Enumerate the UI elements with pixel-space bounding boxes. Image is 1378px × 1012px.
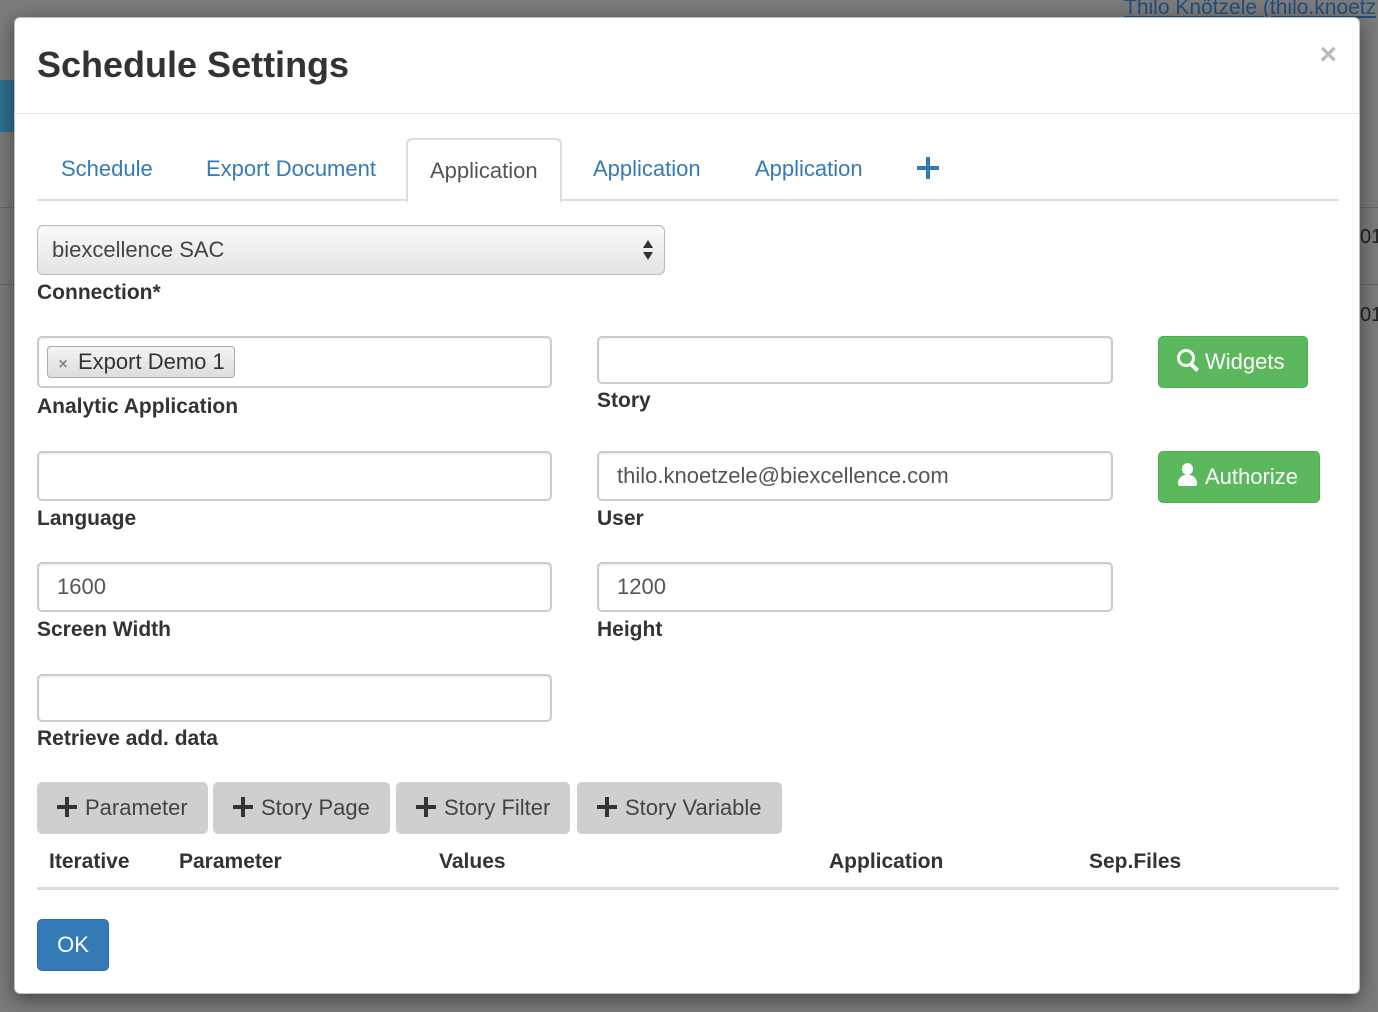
user-input[interactable]: thilo.knoetzele@biexcellence.com (597, 451, 1113, 501)
plus-icon (57, 797, 77, 818)
close-button[interactable]: × (1319, 40, 1337, 70)
column-header-sep-files: Sep.Files (1089, 850, 1182, 873)
widgets-button-label: Widgets (1205, 349, 1285, 374)
tab-application-2[interactable]: Application (593, 138, 701, 201)
add-story-variable-button[interactable]: Story Variable (577, 782, 782, 834)
column-header-application: Application (829, 850, 944, 873)
connection-label: Connection* (37, 281, 161, 304)
tab-bar: Schedule Export Document Application App… (37, 138, 1339, 203)
user-label: User (597, 507, 644, 530)
retrieve-add-data-input[interactable] (37, 674, 552, 722)
screen-width-label: Screen Width (37, 618, 171, 641)
tab-schedule[interactable]: Schedule (61, 138, 153, 201)
background-cell-fragment: 01 (1360, 304, 1378, 326)
plus-icon (597, 797, 617, 818)
ok-button[interactable]: OK (37, 919, 109, 971)
add-story-variable-label: Story Variable (625, 795, 762, 820)
retrieve-add-data-label: Retrieve add. data (37, 727, 218, 750)
height-label: Height (597, 618, 663, 641)
background-cell-fragment: 01 (1360, 226, 1378, 248)
chip-remove-icon[interactable]: × (52, 350, 74, 380)
user-icon (1177, 463, 1199, 487)
language-label: Language (37, 507, 137, 530)
column-header-iterative: Iterative (49, 850, 130, 873)
connection-selected-value: biexcellence SAC (52, 237, 225, 262)
background-tab-fragment (0, 80, 14, 132)
screen-width-input[interactable]: 1600 (37, 562, 552, 612)
tab-application-3[interactable]: Application (755, 138, 863, 201)
add-story-page-button[interactable]: Story Page (213, 782, 390, 834)
add-story-filter-button[interactable]: Story Filter (396, 782, 571, 834)
add-parameter-label: Parameter (85, 795, 188, 820)
search-icon (1177, 349, 1199, 373)
story-input[interactable] (597, 336, 1113, 384)
add-tab-plus-icon[interactable] (917, 150, 939, 186)
add-story-page-label: Story Page (261, 795, 370, 820)
authorize-button-label: Authorize (1205, 464, 1298, 489)
authorize-button[interactable]: Authorize (1158, 451, 1320, 503)
analytic-application-chip: × Export Demo 1 (47, 346, 235, 378)
parameters-table-header: Iterative Parameter Values Application S… (37, 844, 1339, 890)
add-story-filter-label: Story Filter (444, 795, 551, 820)
analytic-application-label: Analytic Application (37, 395, 239, 418)
column-header-values: Values (439, 850, 506, 873)
modal-header: Schedule Settings × (15, 18, 1359, 114)
tab-application-active[interactable]: Application (406, 138, 562, 203)
chip-label: Export Demo 1 (78, 349, 225, 374)
height-input[interactable]: 1200 (597, 562, 1113, 612)
language-input[interactable] (37, 451, 552, 501)
widgets-button[interactable]: Widgets (1158, 336, 1308, 388)
tab-export-document[interactable]: Export Document (206, 138, 376, 201)
connection-select[interactable]: biexcellence SAC (37, 225, 665, 275)
add-parameter-button[interactable]: Parameter (37, 782, 208, 834)
story-label: Story (597, 389, 651, 412)
modal-title: Schedule Settings (37, 44, 350, 85)
plus-icon (233, 797, 253, 818)
plus-icon (416, 797, 436, 818)
schedule-settings-modal: Schedule Settings × Schedule Export Docu… (14, 17, 1360, 994)
select-arrows-icon (642, 238, 654, 262)
analytic-application-field[interactable]: × Export Demo 1 (37, 336, 552, 388)
column-header-parameter: Parameter (179, 850, 282, 873)
